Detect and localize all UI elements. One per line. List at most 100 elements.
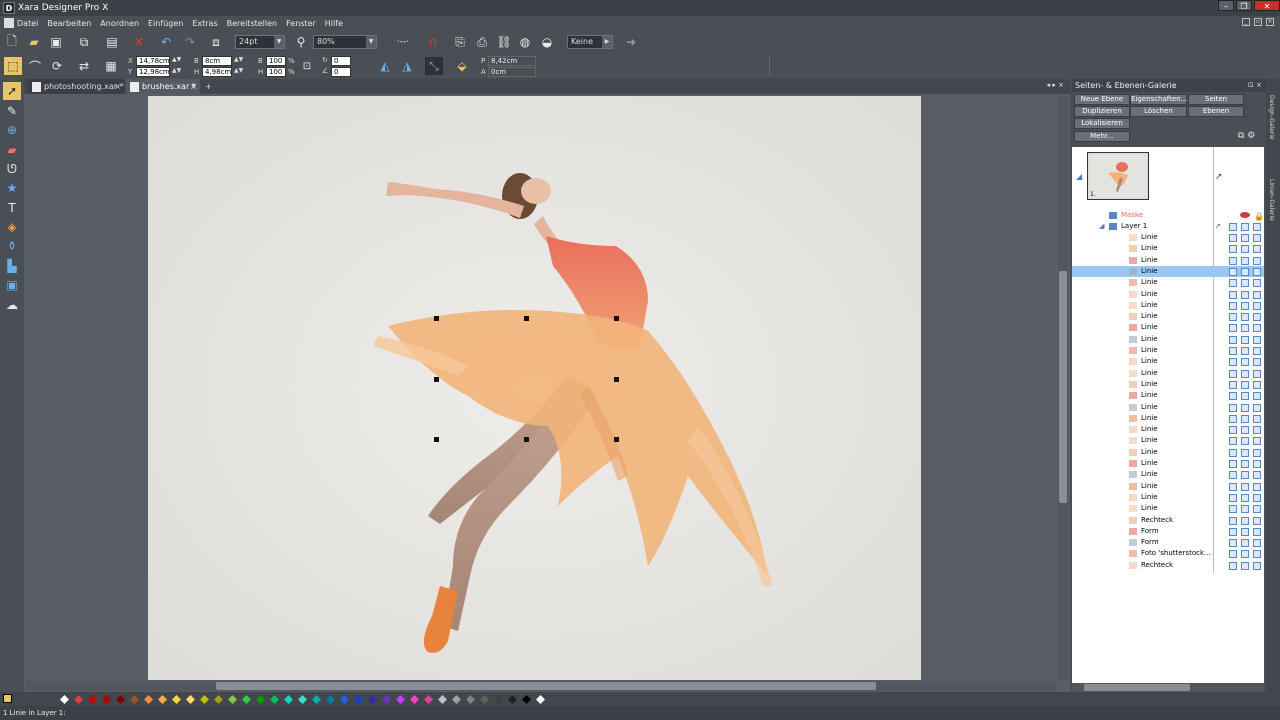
minimize-button[interactable]: –: [1218, 0, 1234, 11]
eye-visible-icon[interactable]: [1240, 212, 1250, 218]
object-state-icon[interactable]: [1229, 256, 1237, 265]
object-row[interactable]: Linie: [1072, 289, 1264, 300]
color-swatch[interactable]: [256, 695, 265, 704]
eye-icon[interactable]: [1241, 448, 1249, 457]
rotation-field[interactable]: 0: [331, 56, 351, 66]
lock-icon[interactable]: [1253, 301, 1261, 310]
save-icon[interactable]: ▣: [47, 33, 65, 51]
eye-icon[interactable]: [1241, 335, 1249, 344]
lock-icon[interactable]: [1253, 437, 1261, 446]
y-field[interactable]: 12,98cm: [136, 67, 170, 77]
doc-restore-button[interactable]: ▫: [1254, 18, 1262, 26]
export-icon[interactable]: ⎙: [473, 33, 491, 51]
menu-extras[interactable]: Extras: [192, 19, 217, 28]
lock-icon[interactable]: [1253, 403, 1261, 412]
eye-icon[interactable]: [1241, 460, 1249, 468]
eye-icon[interactable]: [1241, 380, 1249, 389]
lock-icon[interactable]: [1253, 245, 1261, 254]
eye-icon[interactable]: [1241, 313, 1249, 322]
width-percent-field[interactable]: 100: [266, 56, 286, 66]
blend-combo[interactable]: Keine ▶: [567, 35, 613, 49]
lock-icon[interactable]: [1253, 267, 1261, 276]
object-row[interactable]: Linie: [1072, 458, 1264, 469]
lock-icon[interactable]: [1253, 527, 1261, 536]
object-state-icon[interactable]: [1229, 301, 1237, 310]
object-row[interactable]: Linie: [1072, 322, 1264, 333]
eye-icon[interactable]: [1241, 245, 1249, 254]
grid-icon[interactable]: ▦: [102, 57, 120, 75]
x-stepper-icon[interactable]: ▲▼: [172, 56, 181, 63]
color-swatch[interactable]: [340, 695, 349, 704]
page-thumbnail[interactable]: 1.: [1087, 152, 1149, 200]
object-state-icon[interactable]: [1229, 358, 1237, 367]
color-swatch[interactable]: [214, 695, 223, 704]
zoom-icon[interactable]: ⚲: [292, 33, 310, 51]
document-page[interactable]: [148, 96, 921, 680]
selection-handle[interactable]: [614, 316, 619, 321]
object-state-icon[interactable]: [1229, 493, 1237, 502]
object-state-icon[interactable]: [1229, 380, 1237, 389]
color-swatch[interactable]: [228, 695, 237, 704]
selection-handle[interactable]: [524, 316, 529, 321]
shape-editor-tool-icon[interactable]: ᘎ: [3, 160, 21, 178]
object-state-icon[interactable]: [1229, 527, 1237, 536]
import-icon[interactable]: ⎘: [451, 33, 469, 51]
flip-vertical-icon[interactable]: ◮: [398, 57, 416, 75]
eye-icon[interactable]: [1241, 369, 1249, 378]
fill-tool-icon[interactable]: ◈: [3, 218, 21, 236]
eye-icon[interactable]: [1241, 301, 1249, 310]
eye-icon[interactable]: [1241, 505, 1249, 514]
color-swatch[interactable]: [396, 695, 405, 704]
more-button[interactable]: Mehr...: [1074, 131, 1130, 142]
color-swatch[interactable]: [494, 695, 503, 704]
rotate-icon[interactable]: ⟳: [48, 57, 66, 75]
magnet-icon[interactable]: ∩: [424, 33, 442, 51]
publish-icon[interactable]: ◒: [538, 33, 556, 51]
line-width-combo[interactable]: 24pt ▼: [235, 35, 285, 49]
object-state-icon[interactable]: [1229, 471, 1237, 480]
object-row[interactable]: Linie: [1072, 356, 1264, 367]
eye-icon[interactable]: [1241, 223, 1249, 231]
width-stepper-icon[interactable]: ▲▼: [234, 56, 243, 63]
object-row[interactable]: Foto 'shutterstock...: [1072, 548, 1264, 559]
text-tool-icon[interactable]: T: [3, 199, 21, 217]
color-swatch[interactable]: [326, 695, 335, 704]
color-swatch[interactable]: [536, 695, 545, 704]
object-state-icon[interactable]: [1229, 369, 1237, 378]
lock-icon[interactable]: [1253, 223, 1261, 231]
eye-icon[interactable]: [1241, 482, 1249, 491]
zoom-combo[interactable]: 80% ▼: [313, 35, 377, 49]
undo-icon[interactable]: ↶: [157, 33, 175, 51]
object-state-icon[interactable]: [1229, 392, 1237, 401]
color-swatch[interactable]: [480, 695, 489, 704]
eye-icon[interactable]: [1241, 256, 1249, 265]
redo-icon[interactable]: ↷: [181, 33, 199, 51]
menu-bearbeiten[interactable]: Bearbeiten: [47, 19, 91, 28]
object-row[interactable]: Linie: [1072, 379, 1264, 390]
eye-icon[interactable]: [1241, 527, 1249, 536]
collapse-arrow-icon[interactable]: ◢: [1099, 221, 1104, 232]
lock-icon[interactable]: [1253, 358, 1261, 367]
horizontal-scrollbar[interactable]: [26, 681, 1056, 691]
pen-tool-icon[interactable]: ✎: [3, 102, 21, 120]
object-row[interactable]: Rechteck: [1072, 515, 1264, 526]
object-row[interactable]: Linie: [1072, 402, 1264, 413]
color-swatch[interactable]: [130, 695, 139, 704]
color-swatch[interactable]: [452, 695, 461, 704]
menu-bereitstellen[interactable]: Bereitstellen: [227, 19, 277, 28]
object-state-icon[interactable]: [1229, 290, 1237, 299]
lock-icon[interactable]: [1253, 369, 1261, 378]
eye-icon[interactable]: [1241, 392, 1249, 401]
object-row[interactable]: Linie: [1072, 503, 1264, 514]
new-tab-button[interactable]: +: [202, 79, 214, 94]
object-state-icon[interactable]: [1229, 403, 1237, 412]
height-stepper-icon[interactable]: ▲▼: [234, 67, 243, 74]
eye-icon[interactable]: [1241, 324, 1249, 333]
x-field[interactable]: 14,78cm: [136, 56, 170, 66]
object-state-icon[interactable]: [1229, 324, 1237, 333]
vertical-scrollbar[interactable]: [1058, 96, 1068, 680]
width-field[interactable]: 8cm: [202, 56, 232, 66]
color-swatch[interactable]: [270, 695, 279, 704]
lock-icon[interactable]: [1253, 335, 1261, 344]
lock-icon[interactable]: [1253, 482, 1261, 491]
